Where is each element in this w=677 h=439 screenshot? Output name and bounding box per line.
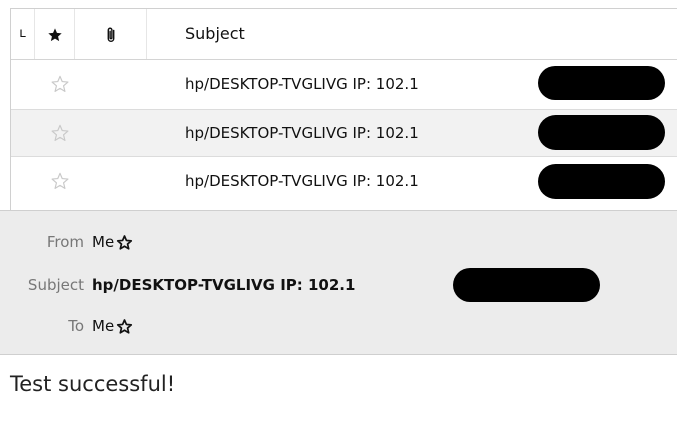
message-row-selected[interactable]: hp/DESKTOP-TVGLIVG IP: 102.1 xyxy=(11,109,677,157)
redaction-mark xyxy=(538,164,665,199)
from-label: From xyxy=(46,233,84,251)
attachment-column-header[interactable] xyxy=(75,9,147,59)
star-outline-icon[interactable] xyxy=(50,60,70,108)
subject-value: hp/DESKTOP-TVGLIVG IP: 102.1 xyxy=(92,276,356,294)
to-label: To xyxy=(68,317,84,335)
redaction-mark xyxy=(538,115,665,150)
thread-icon: ʟ xyxy=(19,26,26,41)
from-value[interactable]: Me xyxy=(92,233,133,251)
add-contact-star-icon[interactable] xyxy=(116,234,133,251)
to-value[interactable]: Me xyxy=(92,317,133,335)
to-name[interactable]: Me xyxy=(92,317,114,335)
subject-label: Subject xyxy=(27,276,84,294)
redaction-mark xyxy=(453,268,600,302)
star-outline-icon[interactable] xyxy=(50,110,70,156)
from-field: From Me xyxy=(0,225,133,259)
message-list-header: ʟ Subject xyxy=(11,9,677,60)
to-field: To Me xyxy=(0,309,133,343)
subject-field: Subject hp/DESKTOP-TVGLIVG IP: 102.1 xyxy=(0,268,356,302)
subject-column-header[interactable]: Subject xyxy=(185,9,245,59)
message-subject: hp/DESKTOP-TVGLIVG IP: 102.1 xyxy=(185,124,419,142)
subject-header-label: Subject xyxy=(185,24,245,43)
star-outline-icon[interactable] xyxy=(50,157,70,205)
message-subject: hp/DESKTOP-TVGLIVG IP: 102.1 xyxy=(185,172,419,190)
message-list: ʟ Subject hp/DESKTOP-TVGLIVG IP: 102.1 h… xyxy=(10,8,677,210)
message-row[interactable]: hp/DESKTOP-TVGLIVG IP: 102.1 xyxy=(11,60,677,109)
redaction-mark xyxy=(538,66,665,100)
message-header-pane: From Me Subject hp/DESKTOP-TVGLIVG IP: 1… xyxy=(0,210,677,355)
message-row[interactable]: hp/DESKTOP-TVGLIVG IP: 102.1 xyxy=(11,157,677,206)
paperclip-icon xyxy=(107,27,114,42)
thread-column-header[interactable]: ʟ xyxy=(11,9,35,59)
message-subject: hp/DESKTOP-TVGLIVG IP: 102.1 xyxy=(185,75,419,93)
add-contact-star-icon[interactable] xyxy=(116,318,133,335)
star-filled-icon xyxy=(47,27,62,41)
from-name[interactable]: Me xyxy=(92,233,114,251)
star-column-header[interactable] xyxy=(35,9,75,59)
message-body: Test successful! xyxy=(10,372,176,396)
